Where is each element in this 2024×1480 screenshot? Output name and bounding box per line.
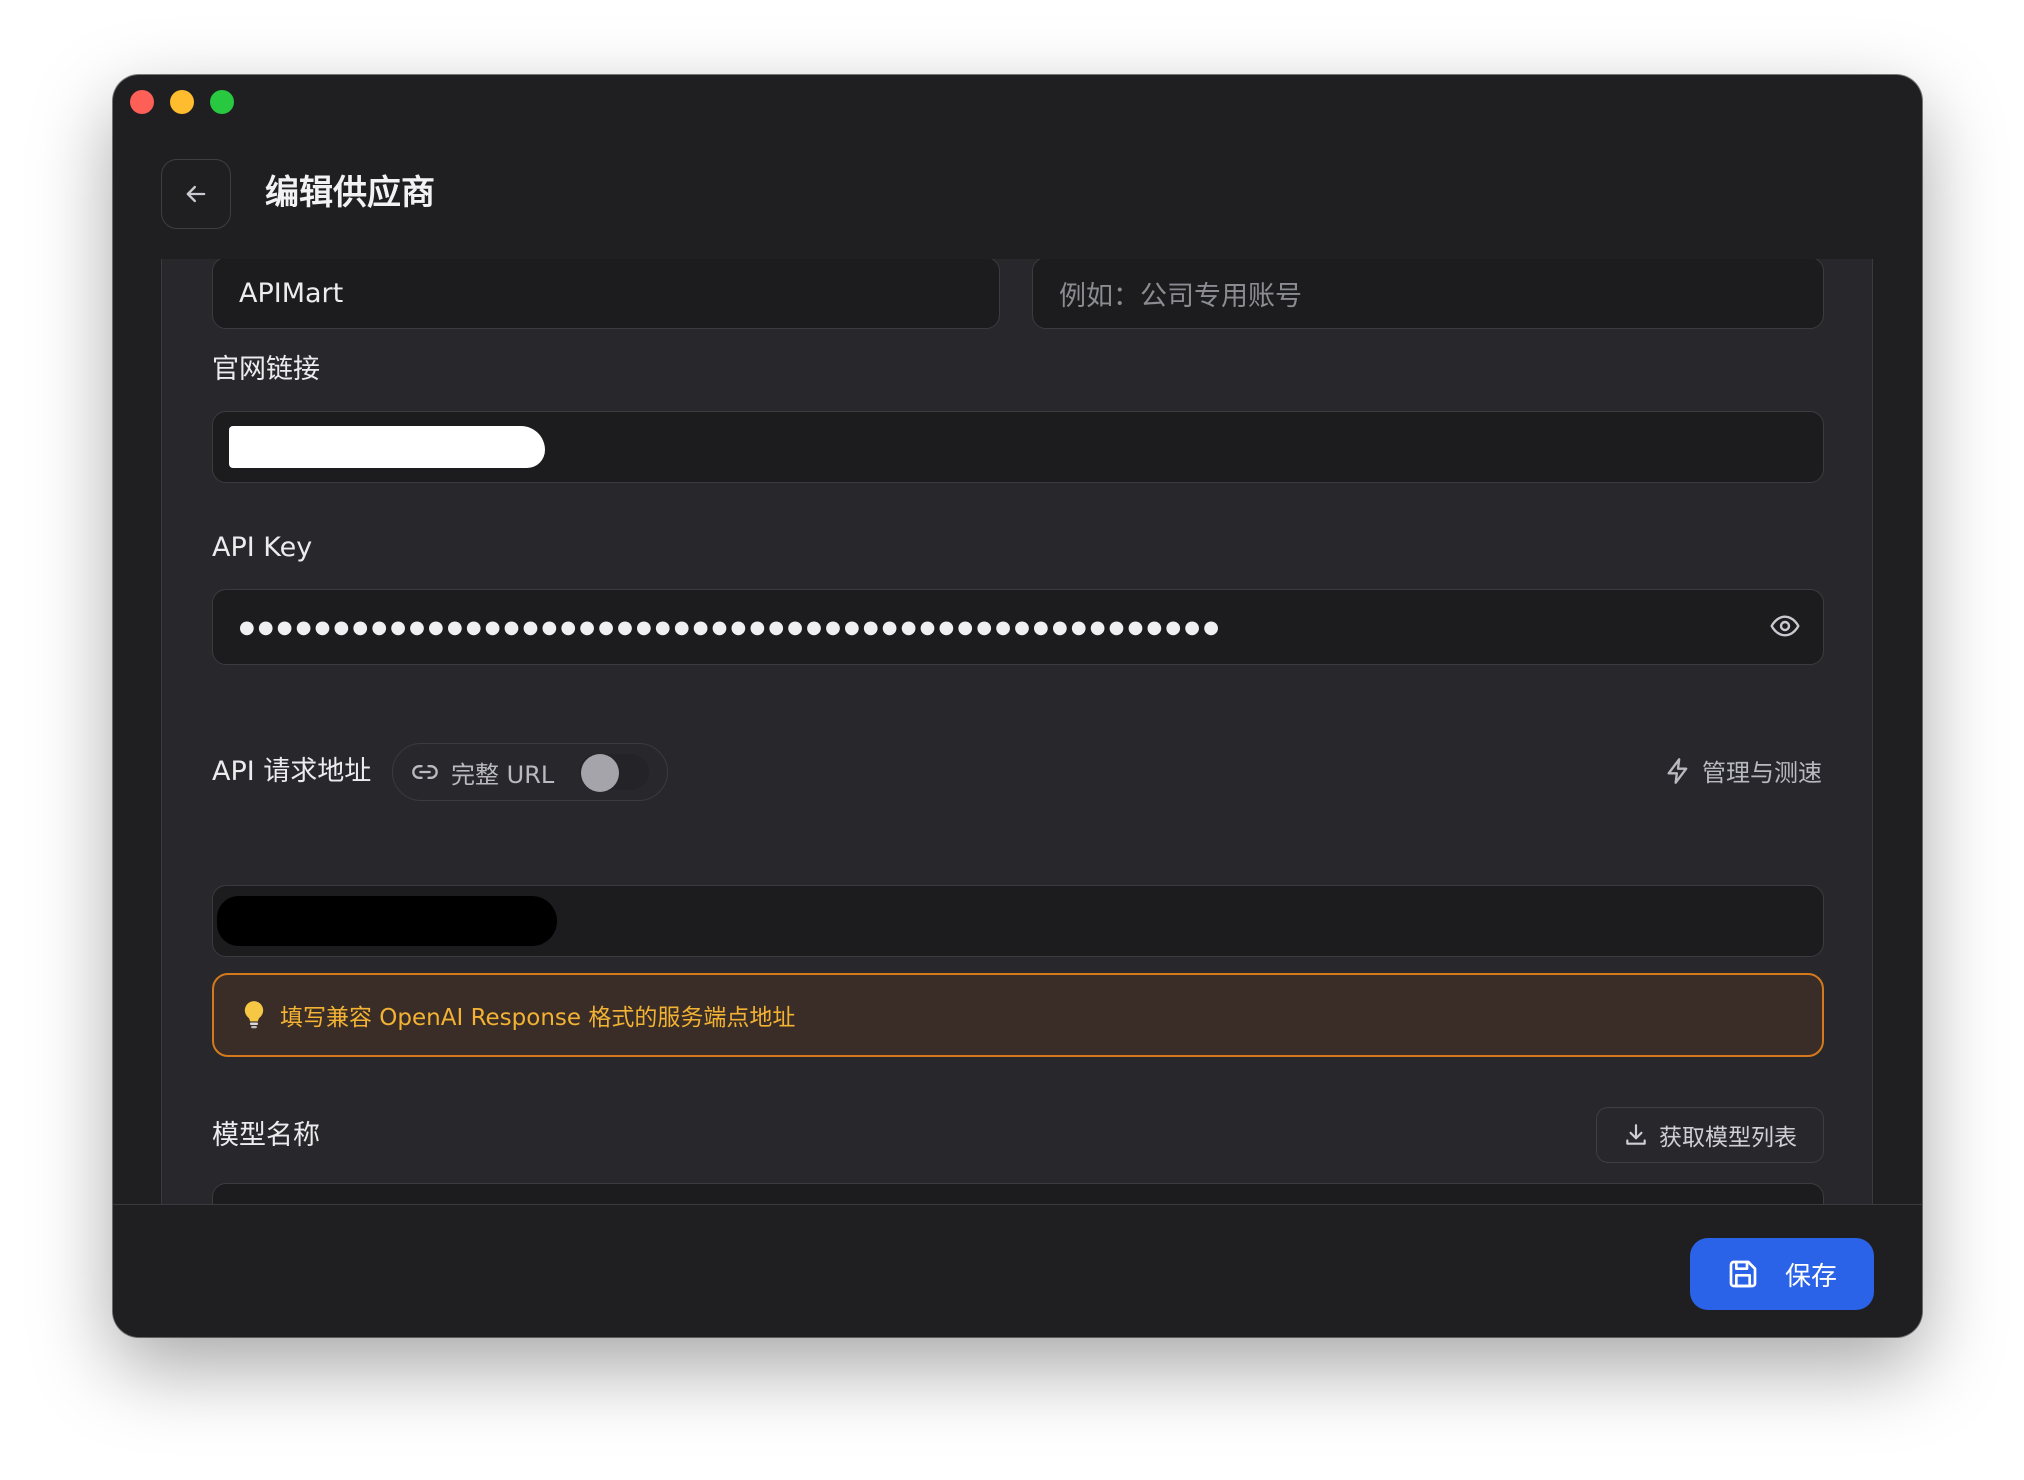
- link-icon: [412, 765, 438, 779]
- full-url-switch[interactable]: [579, 754, 649, 792]
- arrow-left-icon: [186, 185, 206, 203]
- eye-icon[interactable]: [1769, 610, 1801, 642]
- manage-label: 管理与测速: [1702, 759, 1822, 787]
- endpoint-tip: 填写兼容 OpenAI Response 格式的服务端点地址: [212, 973, 1824, 1057]
- app-window: 编辑供应商 APIMart 例如：公司专用账号 官网链接 API Key ●●●…: [113, 75, 1922, 1337]
- form-panel: APIMart 例如：公司专用账号 官网链接 API Key ●●●●●●●●●…: [161, 259, 1873, 1204]
- tip-text: 填写兼容 OpenAI Response 格式的服务端点地址: [280, 1005, 796, 1031]
- name-input[interactable]: APIMart: [212, 259, 1000, 329]
- website-label: 官网链接: [212, 354, 320, 385]
- fetch-models-label: 获取模型列表: [1659, 1125, 1797, 1151]
- switch-knob: [581, 754, 619, 792]
- model-input[interactable]: gpt-5.5: [212, 1183, 1824, 1204]
- api-key-input[interactable]: ●●●●●●●●●●●●●●●●●●●●●●●●●●●●●●●●●●●●●●●●…: [212, 589, 1824, 665]
- endpoint-input[interactable]: [212, 885, 1824, 957]
- api-key-masked-value: ●●●●●●●●●●●●●●●●●●●●●●●●●●●●●●●●●●●●●●●●…: [239, 616, 1223, 638]
- close-window-button[interactable]: [130, 90, 154, 114]
- endpoint-label: API 请求地址: [212, 756, 372, 787]
- api-key-label: API Key: [212, 532, 313, 563]
- fetch-models-button[interactable]: 获取模型列表: [1596, 1107, 1824, 1163]
- back-button[interactable]: [161, 159, 231, 229]
- floppy-disk-icon: [1729, 1260, 1757, 1288]
- redacted-url: [229, 426, 545, 468]
- lightbulb-icon: [244, 1001, 264, 1029]
- remark-input[interactable]: 例如：公司专用账号: [1032, 259, 1824, 329]
- full-url-label: 完整 URL: [451, 760, 555, 789]
- website-input[interactable]: [212, 411, 1824, 483]
- save-label: 保存: [1784, 1261, 1837, 1292]
- footer-bar: 保存: [113, 1204, 1922, 1337]
- model-label: 模型名称: [212, 1120, 320, 1151]
- redacted-endpoint: [217, 896, 557, 946]
- page-title: 编辑供应商: [265, 173, 435, 213]
- minimize-window-button[interactable]: [170, 90, 194, 114]
- lightning-icon: [1667, 757, 1688, 784]
- maximize-window-button[interactable]: [210, 90, 234, 114]
- save-button[interactable]: 保存: [1690, 1238, 1874, 1310]
- manage-speedtest-button[interactable]: 管理与测速: [1664, 753, 1822, 788]
- download-icon: [1626, 1124, 1646, 1145]
- full-url-toggle[interactable]: 完整 URL: [392, 743, 668, 801]
